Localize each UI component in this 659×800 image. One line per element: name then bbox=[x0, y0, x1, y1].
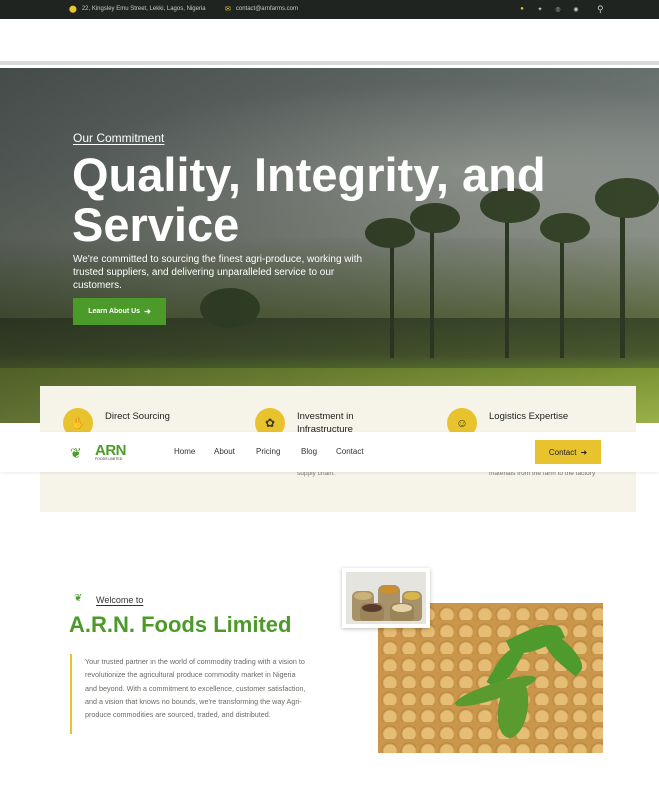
address-text: 22, Kingsley Emu Street, Lekki, Lagos, N… bbox=[81, 6, 206, 12]
arrow-circle-icon: ➜ bbox=[580, 447, 588, 457]
learn-about-us-button[interactable]: Learn About Us ➜ bbox=[73, 298, 166, 325]
hero-eyebrow: Our Commitment bbox=[73, 131, 165, 145]
hero-title: Quality, Integrity, and Service bbox=[72, 148, 546, 251]
arrow-circle-icon: ➜ bbox=[144, 307, 151, 316]
leaf-icon: ❦ bbox=[74, 593, 83, 604]
sack-shape bbox=[390, 603, 414, 621]
feature-title: Direct Sourcing bbox=[105, 411, 170, 422]
header-divider bbox=[0, 61, 659, 65]
pinterest-icon[interactable]: ◉ bbox=[571, 4, 581, 14]
header-spacer bbox=[0, 19, 659, 61]
leaf-logo-icon: ❦ bbox=[70, 445, 82, 461]
grain-sacks-image bbox=[342, 568, 430, 628]
sacks-backdrop bbox=[346, 572, 426, 624]
hero-description: We're committed to sourcing the finest a… bbox=[73, 254, 363, 291]
location-pin-icon: ⬤ bbox=[69, 6, 77, 13]
nav-blog[interactable]: Blog bbox=[301, 447, 317, 456]
brand-logo[interactable]: ❦ ARN FOODS LIMITED bbox=[70, 441, 132, 463]
nav-home[interactable]: Home bbox=[174, 447, 195, 456]
about-text: Your trusted partner in the world of com… bbox=[85, 657, 306, 720]
feature-title: Logistics Expertise bbox=[489, 411, 569, 422]
main-navbar: ❦ ARN FOODS LIMITED Home About Pricing B… bbox=[0, 432, 659, 472]
instagram-icon[interactable]: ◎ bbox=[553, 4, 563, 14]
envelope-icon: ✉ bbox=[225, 6, 231, 13]
learn-about-us-label: Learn About Us bbox=[88, 308, 141, 315]
email-info[interactable]: ✉ contact@arnfarms.com bbox=[225, 5, 298, 13]
nav-contact[interactable]: Contact bbox=[336, 447, 364, 456]
facebook-icon[interactable]: ● bbox=[517, 4, 527, 14]
twitter-icon[interactable]: ✦ bbox=[535, 4, 545, 14]
welcome-label: Welcome to bbox=[96, 595, 144, 605]
nav-about[interactable]: About bbox=[214, 447, 235, 456]
search-icon[interactable]: ⚲ bbox=[597, 4, 604, 15]
sack-shape bbox=[360, 603, 384, 621]
logo-subtitle: FOODS LIMITED bbox=[95, 457, 123, 461]
nav-pricing[interactable]: Pricing bbox=[256, 447, 280, 456]
about-title: A.R.N. Foods Limited bbox=[69, 612, 292, 637]
contact-button-label: Contact bbox=[548, 447, 577, 457]
top-bar: ⬤ 22, Kingsley Emu Street, Lekki, Lagos,… bbox=[0, 0, 659, 19]
address-info: ⬤ 22, Kingsley Emu Street, Lekki, Lagos,… bbox=[69, 5, 206, 13]
contact-button[interactable]: Contact ➜ bbox=[535, 440, 601, 464]
accent-bar bbox=[70, 654, 72, 734]
email-text[interactable]: contact@arnfarms.com bbox=[236, 6, 298, 12]
